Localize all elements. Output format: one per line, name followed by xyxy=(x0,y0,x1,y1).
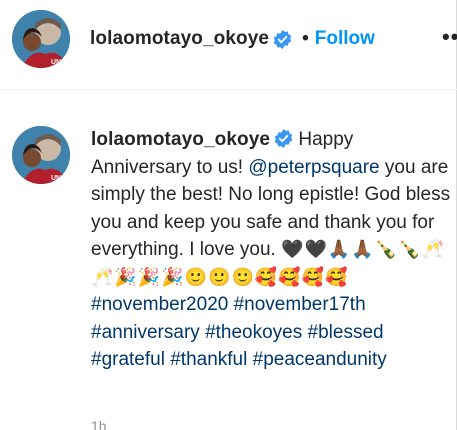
avatar-badge-text: UNIT xyxy=(51,175,68,182)
hashtag-link[interactable]: #peaceandunity xyxy=(253,349,387,370)
profile-avatar[interactable]: UNIT xyxy=(12,10,70,68)
avatar-image-icon: UNIT xyxy=(12,126,70,184)
hashtag-link[interactable]: #november2020 xyxy=(91,294,228,315)
hashtag-link[interactable]: #grateful xyxy=(91,349,165,370)
hashtag-link[interactable]: #thankful xyxy=(170,349,247,370)
avatar-badge-text: UNIT xyxy=(51,59,68,66)
hashtag-link[interactable]: #theokoyes xyxy=(205,322,302,343)
header-username[interactable]: lolaomotayo_okoye xyxy=(90,28,269,50)
hashtag-link[interactable]: #november17th xyxy=(234,294,366,315)
avatar-image-icon: UNIT xyxy=(12,10,70,68)
hashtag-link[interactable]: #blessed xyxy=(308,322,384,343)
comment-avatar[interactable]: UNIT xyxy=(12,126,70,184)
follow-button[interactable]: Follow xyxy=(315,28,375,50)
verified-badge-icon xyxy=(274,129,293,148)
header-separator: • xyxy=(302,28,309,49)
hashtag-link[interactable]: #anniversary xyxy=(91,322,200,343)
post-timestamp[interactable]: 1h xyxy=(91,418,107,430)
caption-text: lolaomotayo_okoye Happy Anniversary to u… xyxy=(91,126,451,374)
comment-username[interactable]: lolaomotayo_okoye xyxy=(91,129,270,150)
instagram-post-panel: UNIT lolaomotayo_okoye • Follow ••• xyxy=(0,0,457,430)
header-user-row: lolaomotayo_okoye • Follow xyxy=(90,27,375,51)
verified-badge-icon xyxy=(273,29,292,49)
more-options-icon[interactable]: ••• xyxy=(442,24,457,50)
mention-link[interactable]: @peterpsquare xyxy=(248,157,379,178)
post-header: UNIT lolaomotayo_okoye • Follow ••• xyxy=(0,0,457,90)
